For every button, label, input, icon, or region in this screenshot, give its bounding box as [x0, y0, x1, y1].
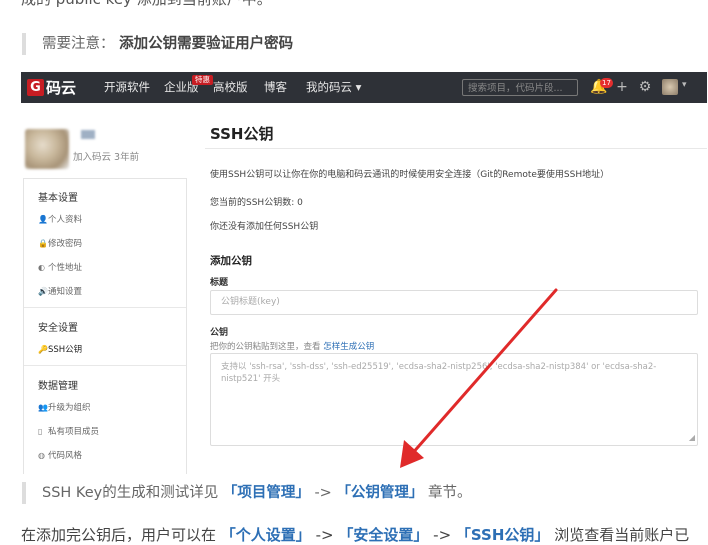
bottom-suffix: 浏览查看当前账户已 [554, 526, 690, 544]
bottom-prefix: 在添加完公钥后，用户可以在 [21, 526, 217, 544]
doc-bottom-text: 在添加完公钥后，用户可以在 「个人设置」 -> 「安全设置」 -> 「SSH公钥… [21, 524, 689, 545]
annotation-arrow [400, 288, 558, 468]
arrow-shaft [409, 288, 558, 457]
bottom-link-security[interactable]: 「安全设置」 [338, 526, 428, 544]
bottom-sep: -> [315, 526, 334, 544]
ref-sep: -> [314, 485, 332, 501]
ref-prefix: SSH Key的生成和测试详见 [42, 485, 219, 501]
bottom-link-personal[interactable]: 「个人设置」 [221, 526, 311, 544]
bottom-sep: -> [433, 526, 452, 544]
bottom-link-ssh[interactable]: 「SSH公钥」 [456, 526, 550, 544]
ref-link-keys[interactable]: 「公钥管理」 [336, 485, 423, 501]
ref-link-project[interactable]: 「项目管理」 [223, 485, 310, 501]
ref-suffix: 章节。 [428, 485, 472, 501]
reference-quote: SSH Key的生成和测试详见 「项目管理」 -> 「公钥管理」 章节。 [22, 482, 472, 504]
